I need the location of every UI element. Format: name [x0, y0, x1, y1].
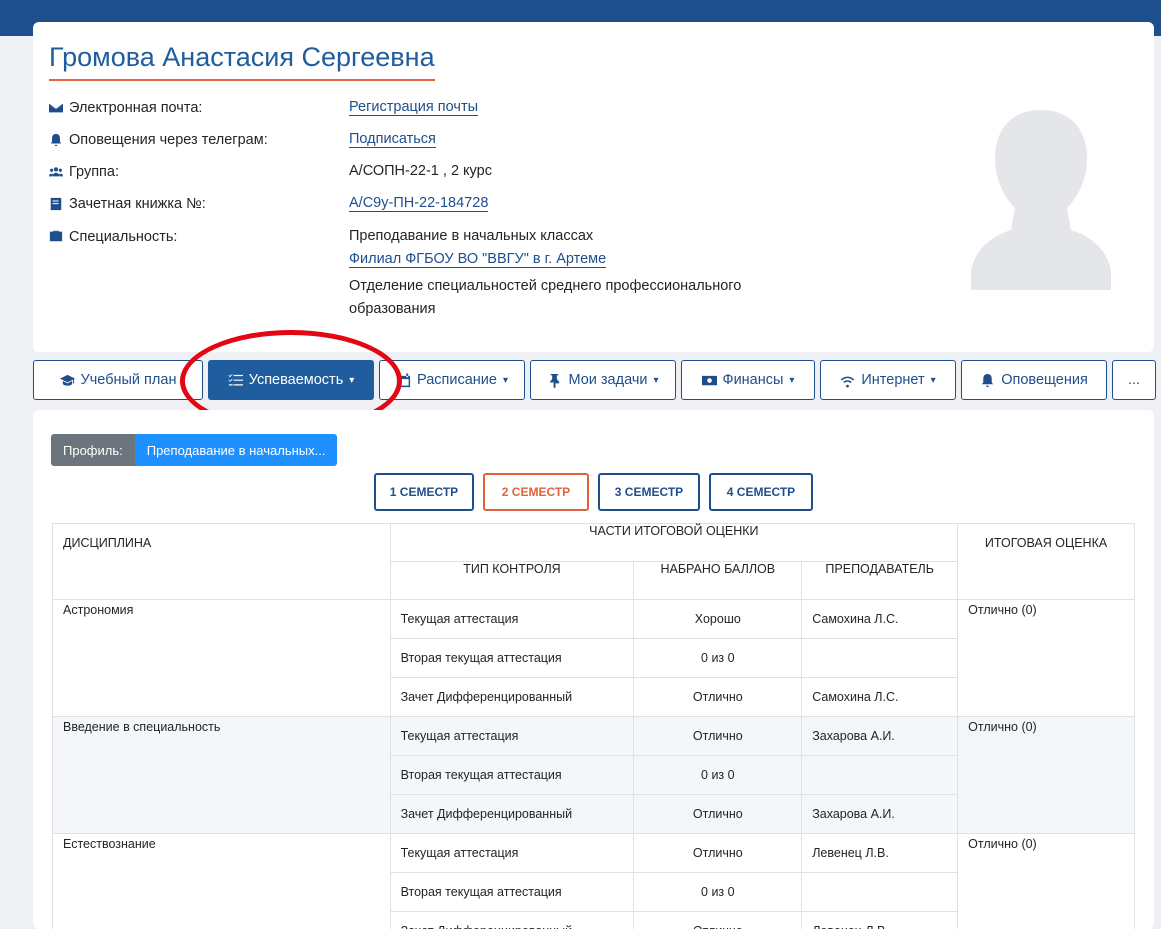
profile-selector-label: Профиль:: [51, 434, 135, 466]
teacher: Захарова А.И.: [801, 716, 959, 756]
score: 0 из 0: [633, 872, 803, 912]
register-email-link[interactable]: Регистрация почты: [349, 99, 479, 116]
branch-link[interactable]: Филиал ФГБОУ ВО "ВВГУ" в г. Артеме: [349, 251, 607, 268]
email-label: Электронная почта:: [69, 99, 203, 116]
final-grade: Отлично (0): [957, 833, 1135, 929]
score: Отлично: [633, 677, 803, 717]
teacher: Левенец Л.В.: [801, 833, 959, 873]
users-icon: [49, 166, 63, 176]
header-score: НАБРАНО БАЛЛОВ: [633, 561, 803, 600]
teacher: [801, 755, 959, 795]
main-nav: Учебный план Успеваемость ▾ Расписание ▾ М…: [33, 360, 1156, 400]
control-type: Текущая аттестация: [389, 833, 635, 873]
student-name: Громова Анастасия Сергеевна: [49, 42, 435, 81]
bell-icon: [50, 133, 62, 146]
subject-name: Астрономия: [52, 599, 391, 717]
wifi-icon: [841, 376, 855, 388]
my-tasks-button[interactable]: Мои задачи ▾: [530, 360, 676, 400]
graduation-cap-icon: [59, 374, 75, 386]
header-final: ИТОГОВАЯ ОЦЕНКА: [957, 523, 1135, 600]
subject-name: Естествознание: [52, 833, 391, 929]
control-type: Вторая текущая аттестация: [389, 638, 635, 678]
header-teacher: ПРЕПОДАВАТЕЛЬ: [801, 561, 959, 600]
record-book-label: Зачетная книжка №:: [69, 195, 206, 212]
control-type: Зачет Дифференцированный: [389, 794, 635, 834]
score: Отлично: [633, 716, 803, 756]
avatar-placeholder: [971, 110, 1111, 290]
book-icon: [50, 197, 62, 210]
teacher: Захарова А.И.: [801, 794, 959, 834]
teacher: Левенец Л.В.: [801, 911, 959, 929]
teacher: Самохина Л.С.: [801, 677, 959, 717]
study-plan-button[interactable]: Учебный план: [33, 360, 203, 400]
teacher: [801, 872, 959, 912]
specialty-label: Специальность:: [69, 229, 178, 245]
more-button[interactable]: ...: [1112, 360, 1156, 400]
control-type: Зачет Дифференцированный: [389, 911, 635, 929]
table-row: Естествознание Текущая аттестация Отличн…: [52, 833, 1135, 929]
internet-button[interactable]: Интернет ▾: [820, 360, 956, 400]
control-type: Вторая текущая аттестация: [389, 872, 635, 912]
control-type: Вторая текущая аттестация: [389, 755, 635, 795]
specialty-department: Отделение специальностей среднего профес…: [349, 278, 742, 317]
list-check-icon: [228, 373, 243, 385]
final-grade: Отлично (0): [957, 599, 1135, 717]
header-control-type: ТИП КОНТРОЛЯ: [389, 561, 635, 600]
table-row: Введение в специальность Текущая аттеста…: [52, 716, 1135, 834]
score: 0 из 0: [633, 755, 803, 795]
control-type: Зачет Дифференцированный: [389, 677, 635, 717]
score: Отлично: [633, 833, 803, 873]
profile-selector-value[interactable]: Преподавание в начальных...: [134, 434, 338, 466]
semester-tab-3[interactable]: 3 СЕМЕСТР: [598, 473, 700, 511]
header-discipline: ДИСЦИПЛИНА: [52, 523, 391, 600]
group-row: Группа: А/СОПН-22-1 , 2 курс: [49, 160, 789, 183]
subject-name: Введение в специальность: [52, 716, 391, 834]
teacher: [801, 638, 959, 678]
performance-panel: Профиль: Преподавание в начальных... 1 С…: [33, 410, 1154, 929]
notifications-button[interactable]: Оповещения: [961, 360, 1107, 400]
pin-icon: [550, 373, 560, 388]
table-row: Астрономия Текущая аттестация Хорошо Сам…: [52, 599, 1135, 717]
semester-tabs: 1 СЕМЕСТР 2 СЕМЕСТР 3 СЕМЕСТР 4 СЕМЕСТР: [374, 473, 813, 511]
record-book-row: Зачетная книжка №: А/С9у-ПН-22-184728: [49, 192, 789, 215]
finance-button[interactable]: Финансы ▾: [681, 360, 815, 400]
score: 0 из 0: [633, 638, 803, 678]
score: Хорошо: [633, 599, 803, 639]
score: Отлично: [633, 794, 803, 834]
telegram-label: Оповещения через телеграм:: [69, 131, 268, 148]
record-book-link[interactable]: А/С9у-ПН-22-184728: [349, 195, 489, 212]
student-profile-card: Громова Анастасия Сергеевна Электронная …: [33, 22, 1154, 352]
control-type: Текущая аттестация: [389, 716, 635, 756]
specialty-program: Преподавание в начальных классах: [349, 228, 594, 244]
email-row: Электронная почта: Регистрация почты: [49, 96, 789, 119]
teacher: Самохина Л.С.: [801, 599, 959, 639]
profile-selector: Профиль: Преподавание в начальных...: [51, 434, 338, 466]
group-value: А/СОПН-22-1 , 2 курс: [349, 163, 492, 179]
bell-icon: [982, 373, 994, 387]
grades-table: ДИСЦИПЛИНА ЧАСТИ ИТОГОВОЙ ОЦЕНКИ ИТОГОВА…: [52, 523, 1135, 929]
semester-tab-1[interactable]: 1 СЕМЕСТР: [374, 473, 474, 511]
telegram-row: Оповещения через телеграм: Подписаться: [49, 128, 789, 151]
control-type: Текущая аттестация: [389, 599, 635, 639]
semester-tab-2[interactable]: 2 СЕМЕСТР: [483, 473, 589, 511]
briefcase-icon: [49, 230, 63, 242]
schedule-button[interactable]: Расписание ▾: [379, 360, 525, 400]
specialty-row: Специальность: Преподавание в начальных …: [49, 225, 789, 321]
envelope-icon: [49, 103, 63, 112]
semester-tab-4[interactable]: 4 СЕМЕСТР: [709, 473, 813, 511]
calendar-icon: [396, 372, 411, 387]
header-parts: ЧАСТИ ИТОГОВОЙ ОЦЕНКИ: [389, 523, 959, 562]
performance-button[interactable]: Успеваемость ▾: [208, 360, 374, 400]
score: Отлично: [633, 911, 803, 929]
subscribe-link[interactable]: Подписаться: [349, 131, 436, 148]
final-grade: Отлично (0): [957, 716, 1135, 834]
group-label: Группа:: [69, 163, 119, 180]
money-icon: [701, 375, 717, 385]
